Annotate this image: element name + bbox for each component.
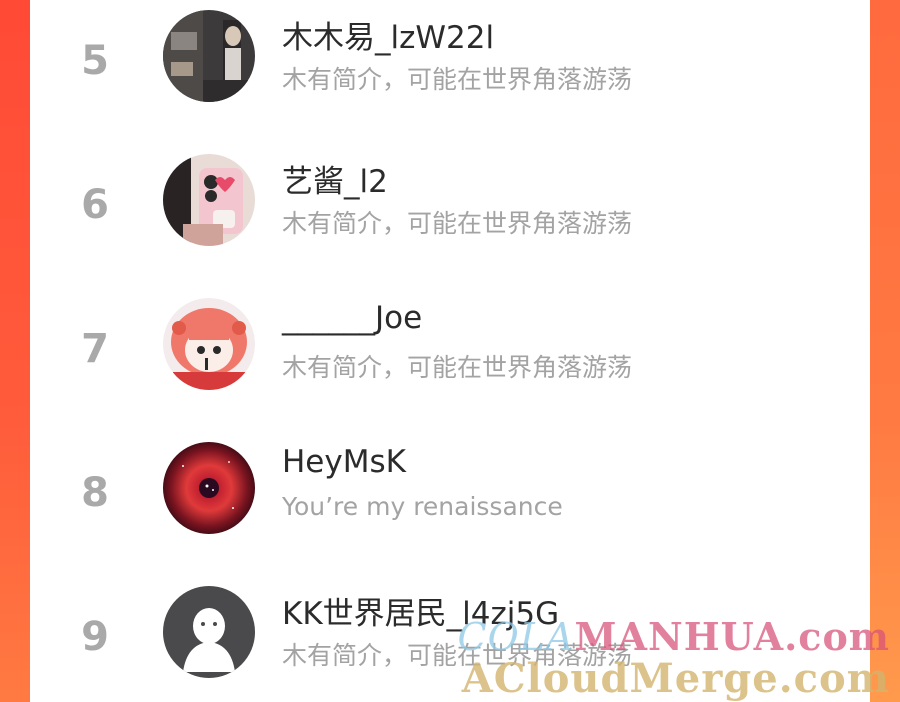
right-frame-edge xyxy=(870,0,900,702)
watermark-colamanhua: COLAMANHUA.com xyxy=(457,614,890,659)
user-name[interactable]: ______Joe xyxy=(282,300,422,336)
rank-number: 5 xyxy=(81,38,109,84)
rank-number: 7 xyxy=(81,326,109,372)
default-ghost-avatar-icon[interactable] xyxy=(163,586,255,678)
anime-girl-avatar-icon[interactable] xyxy=(163,298,255,390)
list-item[interactable]: 7 ______Joe 木有简介，可能在世界角落游荡 xyxy=(30,288,870,432)
left-frame-edge xyxy=(0,0,30,702)
rank-number: 8 xyxy=(81,470,109,516)
photo-avatar-phone-case-icon[interactable] xyxy=(163,154,255,246)
watermark-acloudmerge: ACloudMerge.com xyxy=(461,655,890,702)
list-item[interactable]: 6 艺酱_l2 木有简介，可能在世界角落游荡 xyxy=(30,144,870,288)
rank-number: 6 xyxy=(81,182,109,228)
user-bio: 木有简介，可能在世界角落游荡 xyxy=(282,65,633,94)
user-bio: You’re my renaissance xyxy=(282,492,563,521)
user-bio: 木有简介，可能在世界角落游荡 xyxy=(282,209,633,238)
nebula-avatar-icon[interactable] xyxy=(163,442,255,534)
ranking-list: 5 木木易_lzW22l 木有简介，可能在世界角落游荡 6 艺酱_l2 木有简介… xyxy=(30,0,870,702)
user-name[interactable]: 木木易_lzW22l xyxy=(282,12,494,57)
user-name[interactable]: HeyMsK xyxy=(282,444,406,480)
photo-avatar-dark-room-icon[interactable] xyxy=(163,10,255,102)
list-item[interactable]: 8 HeyMsK You’re my renaissance xyxy=(30,432,870,576)
rank-number: 9 xyxy=(81,614,109,660)
user-name[interactable]: 艺酱_l2 xyxy=(282,156,388,201)
user-bio: 木有简介，可能在世界角落游荡 xyxy=(282,353,633,382)
list-item[interactable]: 5 木木易_lzW22l 木有简介，可能在世界角落游荡 xyxy=(30,0,870,144)
